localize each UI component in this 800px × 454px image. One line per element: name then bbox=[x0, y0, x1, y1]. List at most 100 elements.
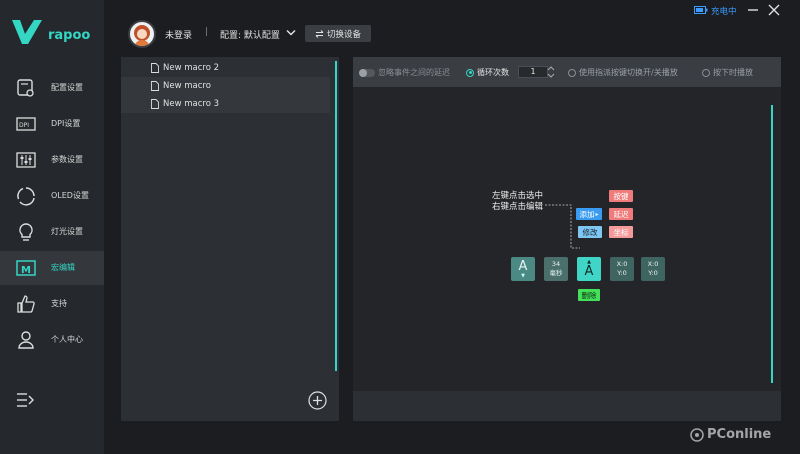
coordinate-tile[interactable]: X:0 Y:0 bbox=[610, 257, 634, 281]
watermark-text: PConline bbox=[707, 427, 772, 442]
ignore-delay-label: 忽略事件之间的延迟 bbox=[378, 68, 450, 77]
hint-left-click: 左键点击选中 bbox=[492, 191, 544, 201]
dpi-icon: DPI bbox=[16, 117, 36, 131]
macro-name: New macro 3 bbox=[163, 99, 220, 109]
svg-text:DPI: DPI bbox=[19, 122, 29, 129]
sidebar-item-label: 配置设置 bbox=[51, 83, 83, 92]
sidebar-item-profile[interactable]: 个人中心 bbox=[0, 323, 104, 357]
editor-toolbar: 忽略事件之间的延迟 循环次数 1 使用指派按键切换开/关播放 按下时播放 bbox=[353, 57, 781, 87]
add-key-button[interactable]: 按键 bbox=[609, 190, 633, 202]
add-coord-button[interactable]: 坐标 bbox=[609, 226, 633, 238]
delay-unit: 毫秒 bbox=[549, 269, 563, 277]
macro-name: New macro 2 bbox=[163, 63, 220, 73]
delay-value: 34 bbox=[551, 260, 561, 268]
sidebar-item-config[interactable]: 配置设置 bbox=[0, 71, 104, 105]
header-separator: | bbox=[205, 27, 209, 37]
ignore-delay-toggle[interactable]: 忽略事件之间的延迟 bbox=[359, 67, 450, 78]
hold-play-radio[interactable]: 按下时播放 bbox=[702, 67, 753, 78]
coord-label: 坐标 bbox=[613, 227, 629, 237]
document-icon bbox=[151, 63, 159, 73]
add-label: 添加 bbox=[579, 209, 595, 219]
sidebar: rapoo 配置设置 DPI DPI设置 参数设置 OLED设置 灯光设置 M … bbox=[0, 0, 104, 454]
delay-tile[interactable]: 34 毫秒 bbox=[544, 257, 568, 281]
key-press-tile[interactable]: A ▼ bbox=[511, 257, 535, 281]
editor-hint: 左键点击选中 右键点击编辑 bbox=[492, 191, 543, 213]
macro-list-scrollbar[interactable] bbox=[335, 61, 337, 371]
collapse-menu-icon[interactable] bbox=[16, 392, 34, 408]
arrow-down-icon: ▼ bbox=[521, 272, 525, 279]
svg-text:M: M bbox=[21, 265, 31, 276]
toggle-key-radio[interactable]: 使用指派按键切换开/关播放 bbox=[568, 67, 678, 78]
user-icon bbox=[18, 331, 34, 349]
coord-y: Y:0 bbox=[617, 269, 627, 277]
rapoo-logo: rapoo bbox=[12, 20, 90, 44]
edit-label: 修改 bbox=[582, 227, 598, 237]
sidebar-item-label: 宏编辑 bbox=[51, 263, 75, 272]
sidebar-item-label: 灯光设置 bbox=[51, 227, 83, 236]
switch-device-label: 切换设备 bbox=[326, 29, 361, 40]
key-label: 按键 bbox=[613, 191, 629, 201]
delay-label: 延迟 bbox=[613, 209, 629, 219]
switch-device-button[interactable]: 切换设备 bbox=[305, 25, 371, 42]
macro-list-panel: New macro 2 New macro New macro 3 bbox=[121, 57, 339, 421]
radio-unselected[interactable] bbox=[702, 68, 710, 77]
coordinate-tile[interactable]: X:0 Y:0 bbox=[641, 257, 665, 281]
add-delay-button[interactable]: 延迟 bbox=[609, 208, 633, 220]
hint-right-click: 右键点击编辑 bbox=[492, 202, 544, 212]
sidebar-item-params[interactable]: 参数设置 bbox=[0, 143, 104, 177]
sidebar-item-label: DPI设置 bbox=[51, 119, 81, 128]
minimize-button[interactable] bbox=[747, 4, 759, 16]
sidebar-item-label: 个人中心 bbox=[51, 335, 83, 344]
avatar-icon bbox=[134, 25, 150, 46]
editor-scrollbar[interactable] bbox=[771, 105, 773, 383]
chevron-down-icon[interactable] bbox=[286, 29, 296, 37]
close-button[interactable] bbox=[768, 4, 780, 16]
sidebar-item-lighting[interactable]: 灯光设置 bbox=[0, 215, 104, 249]
loop-count-input[interactable]: 1 bbox=[518, 66, 548, 78]
oled-icon bbox=[17, 187, 35, 206]
loop-label: 循环次数 bbox=[477, 68, 509, 77]
key-letter: A bbox=[584, 263, 594, 279]
user-name[interactable]: 未登录 bbox=[165, 28, 192, 41]
loop-count-stepper[interactable] bbox=[547, 65, 555, 79]
edit-menu-button[interactable]: 修改 bbox=[578, 226, 602, 238]
toggle-switch[interactable] bbox=[359, 68, 375, 77]
watermark: PConline bbox=[690, 427, 771, 442]
macro-list-item[interactable]: New macro bbox=[121, 77, 330, 95]
delete-button[interactable]: 删除 bbox=[578, 289, 600, 301]
pconline-logo-icon bbox=[690, 427, 704, 442]
radio-unselected[interactable] bbox=[568, 68, 576, 77]
thumbs-up-icon bbox=[17, 295, 35, 313]
radio-selected[interactable] bbox=[466, 68, 474, 77]
sidebar-item-macro[interactable]: M 宏编辑 bbox=[0, 251, 104, 285]
sidebar-item-label: OLED设置 bbox=[51, 191, 89, 200]
coord-y: Y:0 bbox=[648, 269, 658, 277]
coord-x: X:0 bbox=[647, 260, 659, 268]
sidebar-item-support[interactable]: 支持 bbox=[0, 287, 104, 321]
macro-name: New macro bbox=[163, 81, 211, 91]
key-letter: A bbox=[518, 258, 528, 274]
charging-status: 充电中 bbox=[711, 7, 737, 17]
avatar[interactable] bbox=[128, 20, 156, 48]
hold-play-label: 按下时播放 bbox=[713, 68, 753, 77]
document-icon bbox=[151, 81, 159, 91]
sidebar-item-dpi[interactable]: DPI DPI设置 bbox=[0, 107, 104, 141]
macro-icon: M bbox=[16, 260, 36, 276]
toggle-key-label: 使用指派按键切换开/关播放 bbox=[579, 68, 678, 77]
sidebar-item-label: 支持 bbox=[51, 299, 67, 308]
macro-list-item[interactable]: New macro 3 bbox=[121, 95, 330, 113]
svg-text:rapoo: rapoo bbox=[48, 28, 90, 43]
document-icon bbox=[151, 99, 159, 109]
add-macro-button[interactable] bbox=[308, 391, 327, 410]
sliders-icon bbox=[16, 152, 36, 168]
add-menu-button[interactable]: 添加 ▸ bbox=[576, 208, 602, 220]
loop-radio[interactable]: 循环次数 bbox=[466, 67, 509, 78]
config-selector[interactable]: 配置: 默认配置 bbox=[220, 28, 280, 41]
sidebar-item-oled[interactable]: OLED设置 bbox=[0, 179, 104, 213]
lightbulb-icon bbox=[19, 223, 33, 241]
coord-x: X:0 bbox=[616, 260, 628, 268]
config-icon bbox=[17, 79, 34, 97]
key-release-tile-selected[interactable]: ▲ A bbox=[577, 257, 601, 281]
delete-label: 删除 bbox=[581, 290, 597, 300]
macro-list-item[interactable]: New macro 2 bbox=[121, 59, 330, 77]
